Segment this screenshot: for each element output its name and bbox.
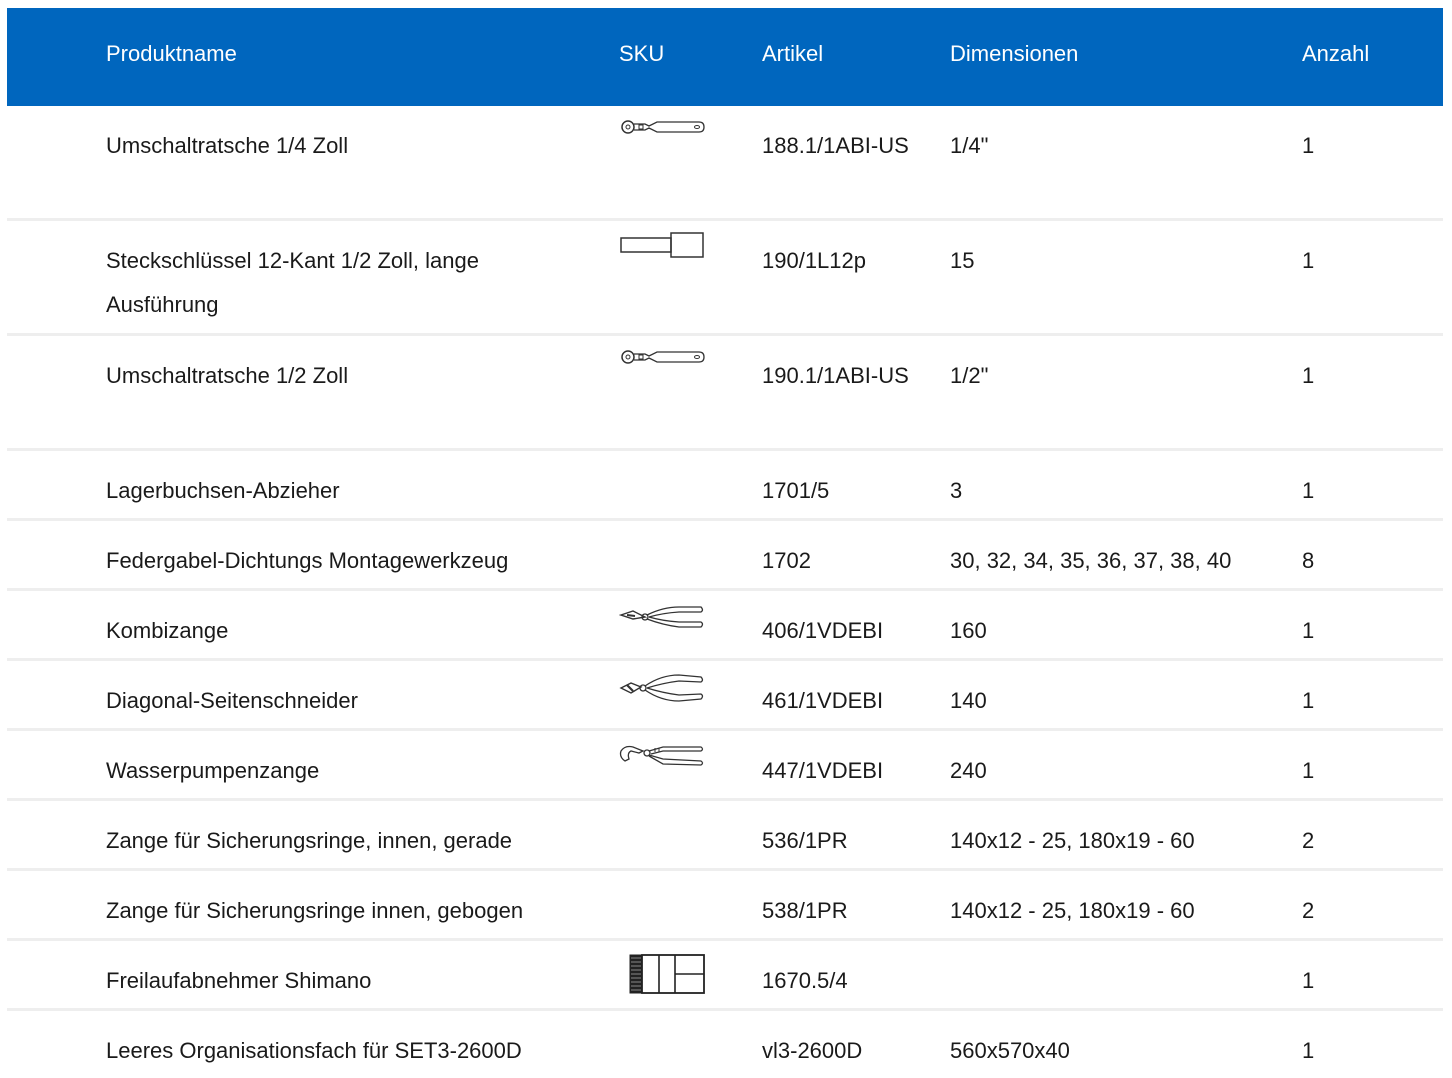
article-number: vl3-2600D	[762, 1038, 863, 1063]
dimensions: 140	[950, 688, 987, 713]
header-dimensionen[interactable]: Dimensionen	[950, 8, 1290, 106]
dimensions: 160	[950, 618, 987, 643]
dimensions: 3	[950, 478, 963, 503]
product-name: Leeres Organisationsfach für SET3-2600D	[106, 1038, 522, 1063]
quantity: 1	[1302, 478, 1315, 503]
dimensions: 140x12 - 25, 180x19 - 60	[950, 828, 1195, 853]
product-name: Zange für Sicherungsringe innen, gebogen	[106, 898, 524, 923]
freewheel-remover-icon	[619, 953, 705, 995]
water-pump-pliers-icon	[619, 741, 705, 769]
article-number: 1702	[762, 548, 811, 573]
product-name: Wasserpumpenzange	[106, 758, 320, 783]
table-row: Kombizange 406/1VDEBI 160 1	[7, 591, 1443, 661]
table-row: Federgabel-Dichtungs Montagewerkzeug 170…	[7, 521, 1443, 591]
dimensions: 1/4"	[950, 133, 989, 158]
dimensions: 15	[950, 248, 975, 273]
product-name: Freilaufabnehmer Shimano	[106, 968, 372, 993]
product-name: Umschaltratsche 1/2 Zoll	[106, 363, 349, 388]
article-number: 538/1PR	[762, 898, 848, 923]
table-row: Wasserpumpenzange 447/1VDEBI 240 1	[7, 731, 1443, 801]
table-row: Umschaltratsche 1/2 Zoll 190.1/1ABI-US 1…	[7, 336, 1443, 451]
combination-pliers-icon	[619, 601, 705, 633]
quantity: 1	[1302, 758, 1315, 783]
quantity: 1	[1302, 248, 1315, 273]
article-number: 1701/5	[762, 478, 830, 503]
article-number: 461/1VDEBI	[762, 688, 884, 713]
quantity: 1	[1302, 688, 1315, 713]
product-name: Steckschlüssel 12-Kant 1/2 Zoll, lange A…	[106, 248, 479, 317]
product-name: Zange für Sicherungsringe, innen, gerade	[106, 828, 513, 853]
article-number: 190.1/1ABI-US	[762, 363, 909, 388]
header-sku[interactable]: SKU	[619, 8, 709, 106]
dimensions: 560x570x40	[950, 1038, 1070, 1063]
quantity: 2	[1302, 898, 1315, 923]
dimensions: 140x12 - 25, 180x19 - 60	[950, 898, 1195, 923]
dimensions: 30, 32, 34, 35, 36, 37, 38, 40	[950, 548, 1232, 573]
table-row: Steckschlüssel 12-Kant 1/2 Zoll, lange A…	[7, 221, 1443, 336]
header-produktname[interactable]: Produktname	[106, 8, 576, 106]
ratchet-icon	[619, 116, 705, 138]
header-anzahl[interactable]: Anzahl	[1302, 8, 1402, 106]
article-number: 1670.5/4	[762, 968, 848, 993]
article-number: 536/1PR	[762, 828, 848, 853]
table-row: Lagerbuchsen-Abzieher 1701/5 3 1	[7, 451, 1443, 521]
product-name: Diagonal-Seitenschneider	[106, 688, 358, 713]
table-row: Zange für Sicherungsringe, innen, gerade…	[7, 801, 1443, 871]
product-name: Umschaltratsche 1/4 Zoll	[106, 133, 349, 158]
article-number: 188.1/1ABI-US	[762, 133, 909, 158]
quantity: 8	[1302, 548, 1315, 573]
product-name: Lagerbuchsen-Abzieher	[106, 478, 340, 503]
table-row: Leeres Organisationsfach für SET3-2600D …	[7, 1011, 1443, 1078]
product-table: Produktname SKU Artikel Dimensionen Anza…	[7, 8, 1443, 1078]
quantity: 1	[1302, 133, 1315, 158]
table-header: Produktname SKU Artikel Dimensionen Anza…	[7, 8, 1443, 106]
quantity: 1	[1302, 618, 1315, 643]
product-name: Kombizange	[106, 618, 229, 643]
quantity: 1	[1302, 363, 1315, 388]
quantity: 1	[1302, 1038, 1315, 1063]
table-row: Umschaltratsche 1/4 Zoll 188.1/1ABI-US 1…	[7, 106, 1443, 221]
diagonal-cutter-icon	[619, 671, 705, 705]
header-artikel[interactable]: Artikel	[762, 8, 912, 106]
quantity: 1	[1302, 968, 1315, 993]
quantity: 2	[1302, 828, 1315, 853]
table-row: Zange für Sicherungsringe innen, gebogen…	[7, 871, 1443, 941]
table-row: Diagonal-Seitenschneider 461/1VDEBI 140 …	[7, 661, 1443, 731]
product-name: Federgabel-Dichtungs Montagewerkzeug	[106, 548, 509, 573]
article-number: 406/1VDEBI	[762, 618, 884, 643]
dimensions: 1/2"	[950, 363, 989, 388]
table-row: Freilaufabnehmer Shimano 1670.5/4 1	[7, 941, 1443, 1011]
socket-icon	[619, 231, 705, 259]
article-number: 447/1VDEBI	[762, 758, 884, 783]
dimensions: 240	[950, 758, 987, 783]
ratchet-icon	[619, 346, 705, 368]
article-number: 190/1L12p	[762, 248, 866, 273]
